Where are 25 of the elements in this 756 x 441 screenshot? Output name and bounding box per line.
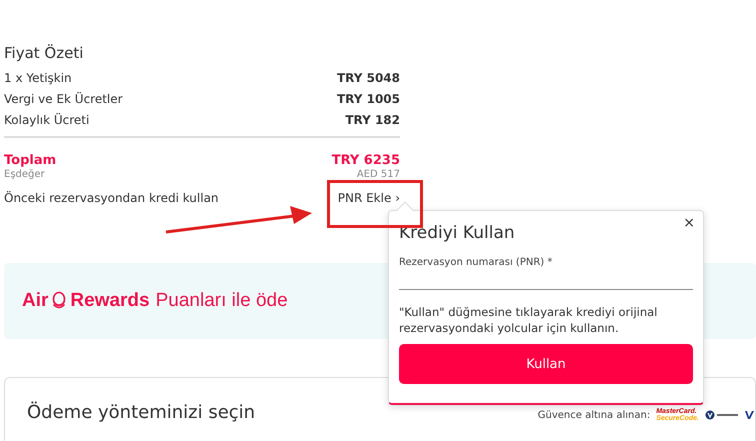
rewards-text: Puanları ile öde: [156, 290, 288, 312]
card-logo-icon: [745, 410, 755, 420]
price-amount: TRY 182: [345, 112, 400, 126]
section-title: Fiyat Özeti: [4, 44, 84, 62]
price-amount: TRY 5048: [336, 70, 400, 84]
equivalent-amount: AED 517: [356, 169, 400, 180]
secured-label: Güvence altına alınan:: [538, 410, 650, 420]
price-label: Kolaylık Ücreti: [4, 112, 90, 126]
popup-title: Krediyi Kullan: [399, 223, 516, 243]
shield-logo-icon: [705, 410, 739, 420]
close-button[interactable]: ×: [683, 215, 695, 231]
brand-text: Rewards: [70, 290, 150, 312]
card-title: Ödeme yönteminizi seçin: [27, 402, 256, 423]
brand-text: Air: [22, 290, 48, 312]
price-label: 1 x Yetişkin: [4, 70, 72, 84]
credit-label: Önceki rezervasyondan kredi kullan: [4, 191, 219, 205]
price-label: Vergi ve Ek Ücretler: [4, 92, 123, 106]
price-amount: TRY 1005: [336, 92, 400, 106]
use-button[interactable]: Kullan: [399, 344, 693, 384]
add-pnr-link[interactable]: PNR Ekle ›: [338, 191, 400, 205]
equivalent-label: Eşdeğer: [4, 169, 45, 180]
coins-icon: [52, 291, 66, 311]
popup-note: "Kullan" düğmesine tıklayarak krediyi orijinal rezervasyondaki yolcular için kullanın.: [399, 304, 658, 336]
total-amount: TRY 6235: [332, 152, 400, 168]
total-label: Toplam: [4, 152, 56, 168]
